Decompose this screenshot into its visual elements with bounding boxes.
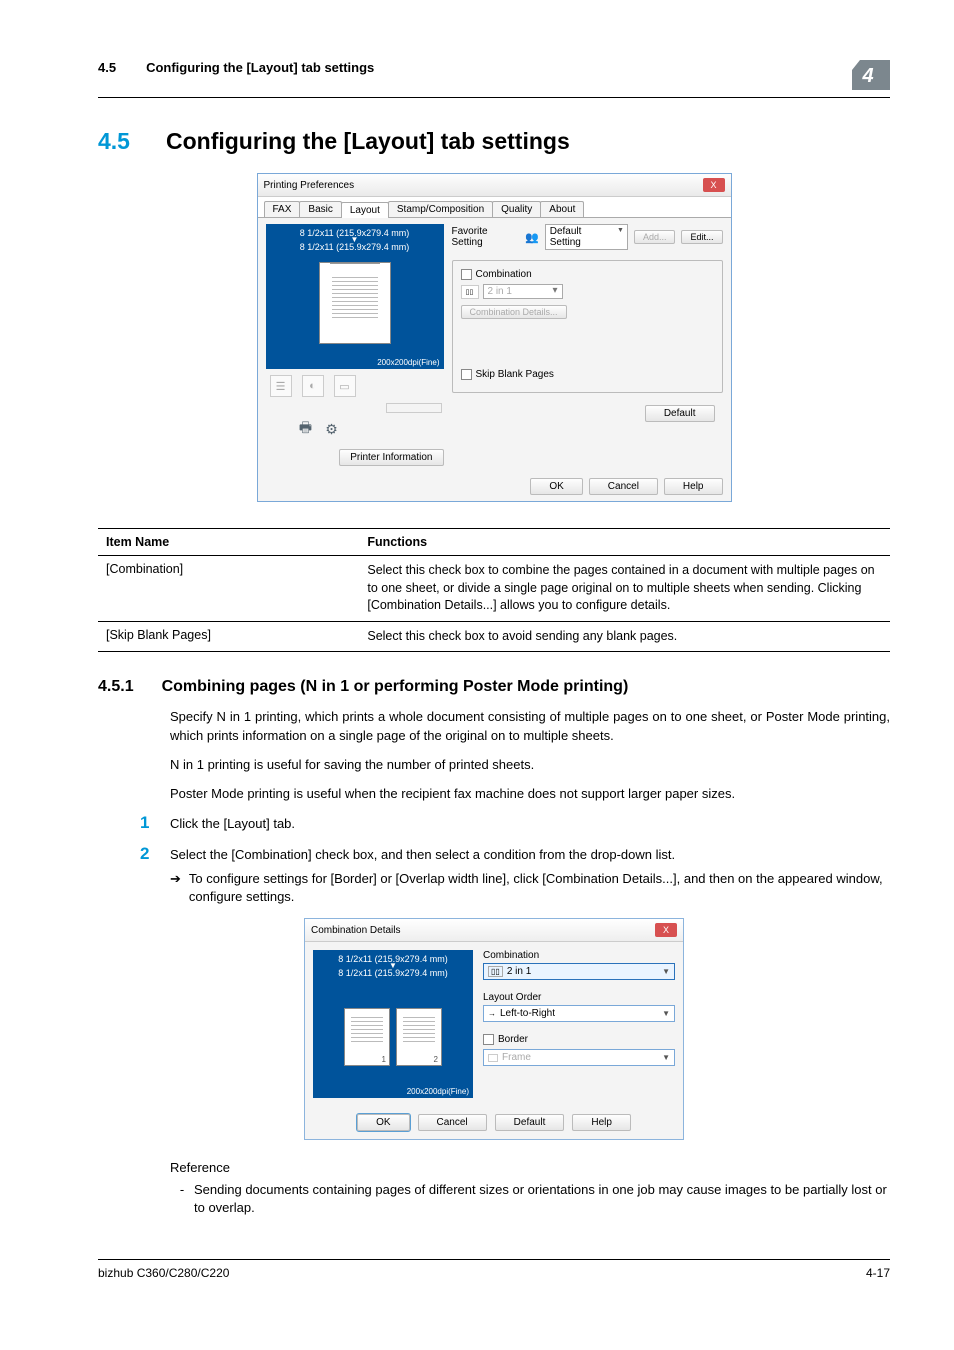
combination-select[interactable]: 2 in 1 xyxy=(483,284,563,299)
combo-label: Combination xyxy=(483,950,675,961)
edit-button[interactable]: Edit... xyxy=(681,230,722,244)
border-label: Border xyxy=(498,1034,528,1045)
footer-model: bizhub C360/C280/C220 xyxy=(98,1266,229,1280)
cancel-button[interactable]: Cancel xyxy=(589,478,658,495)
n-in-1-icon: ▯▯ xyxy=(461,285,479,299)
tab-stamp[interactable]: Stamp/Composition xyxy=(388,201,493,217)
printer-icon: 🖶 xyxy=(296,419,316,439)
close-icon[interactable]: X xyxy=(703,178,725,192)
page-footer: bizhub C360/C280/C220 4-17 xyxy=(98,1259,890,1280)
skip-blank-label: Skip Blank Pages xyxy=(476,369,554,380)
info-table: Item Name Functions [Combination] Select… xyxy=(98,528,890,652)
preview-icon-2[interactable]: ◐ xyxy=(302,375,324,397)
tab-layout[interactable]: Layout xyxy=(341,202,389,218)
table-cell-name: [Skip Blank Pages] xyxy=(98,621,359,652)
reference-heading: Reference xyxy=(170,1160,890,1175)
chapter-badge: 4 xyxy=(852,60,890,90)
table-cell-func: Select this check box to avoid sending a… xyxy=(359,621,890,652)
frame-icon xyxy=(488,1054,498,1062)
combo-select[interactable]: ▯▯ 2 in 1 xyxy=(483,963,675,980)
tab-fax[interactable]: FAX xyxy=(264,201,301,217)
printer-information-button[interactable]: Printer Information xyxy=(339,449,443,466)
table-header-func: Functions xyxy=(359,529,890,556)
layout-order-label: Layout Order xyxy=(483,992,675,1003)
paragraph: N in 1 printing is useful for saving the… xyxy=(170,756,890,775)
ok-button[interactable]: OK xyxy=(357,1114,409,1131)
header-section-label: Configuring the [Layout] tab settings xyxy=(146,60,374,75)
skip-blank-checkbox[interactable] xyxy=(461,369,472,380)
combination-details-button[interactable]: Combination Details... xyxy=(461,305,567,319)
help-button[interactable]: Help xyxy=(664,478,723,495)
help-button[interactable]: Help xyxy=(572,1114,631,1131)
dialog-title: Combination Details xyxy=(311,925,401,936)
reference-bullet: - Sending documents containing pages of … xyxy=(170,1181,890,1217)
layout-order-select[interactable]: → Left-to-Right xyxy=(483,1005,675,1022)
favorite-setting-label: Favorite Setting xyxy=(452,226,520,248)
tab-bar: FAX Basic Layout Stamp/Composition Quali… xyxy=(258,197,731,218)
tab-quality[interactable]: Quality xyxy=(492,201,541,217)
table-cell-name: [Combination] xyxy=(98,556,359,622)
step-2: 2 Select the [Combination] check box, an… xyxy=(140,844,890,907)
combination-checkbox[interactable] xyxy=(461,269,472,280)
table-cell-func: Select this check box to combine the pag… xyxy=(359,556,890,622)
favorite-setting-select[interactable]: Default Setting xyxy=(545,224,628,250)
page-header: 4.5 Configuring the [Layout] tab setting… xyxy=(98,60,374,75)
paragraph: Specify N in 1 printing, which prints a … xyxy=(170,708,890,746)
step-1: 1 Click the [Layout] tab. xyxy=(140,813,890,833)
preview-icon-1[interactable]: ☰ xyxy=(270,375,292,397)
combo-preview: 8 1/2x11 (215.9x279.4 mm) ▼ 8 1/2x11 (21… xyxy=(313,950,473,1098)
page-preview: 8 1/2x11 (215.9x279.4 mm) ▼ 8 1/2x11 (21… xyxy=(266,224,444,369)
section-title: 4.5 Configuring the [Layout] tab setting… xyxy=(98,128,890,155)
frame-select[interactable]: Frame xyxy=(483,1049,675,1066)
combination-details-dialog: Combination Details X 8 1/2x11 (215.9x27… xyxy=(304,918,684,1140)
left-to-right-icon: → xyxy=(488,1009,496,1018)
printing-preferences-dialog: Printing Preferences X FAX Basic Layout … xyxy=(257,173,732,502)
preview-icon-3[interactable]: ▭ xyxy=(334,375,356,397)
cancel-button[interactable]: Cancel xyxy=(418,1114,487,1131)
slider-icon xyxy=(386,403,442,413)
default-button[interactable]: Default xyxy=(495,1114,565,1131)
combination-label: Combination xyxy=(476,269,532,280)
favorite-icon: 👥 xyxy=(525,231,539,244)
add-button[interactable]: Add... xyxy=(634,230,676,244)
footer-page: 4-17 xyxy=(866,1266,890,1280)
n-in-1-icon: ▯▯ xyxy=(488,966,503,977)
tab-about[interactable]: About xyxy=(540,201,584,217)
border-checkbox[interactable] xyxy=(483,1034,494,1045)
header-section-num: 4.5 xyxy=(98,60,116,75)
arrow-icon: ➔ xyxy=(170,870,181,906)
dialog-title: Printing Preferences xyxy=(264,180,355,191)
table-header-item: Item Name xyxy=(98,529,359,556)
tab-basic[interactable]: Basic xyxy=(299,201,341,217)
subsection-title: 4.5.1 Combining pages (N in 1 or perform… xyxy=(98,678,890,696)
default-button[interactable]: Default xyxy=(645,405,715,422)
close-icon[interactable]: X xyxy=(655,923,677,937)
paragraph: Poster Mode printing is useful when the … xyxy=(170,785,890,804)
gear-icon: ⚙ xyxy=(322,419,342,439)
ok-button[interactable]: OK xyxy=(530,478,582,495)
